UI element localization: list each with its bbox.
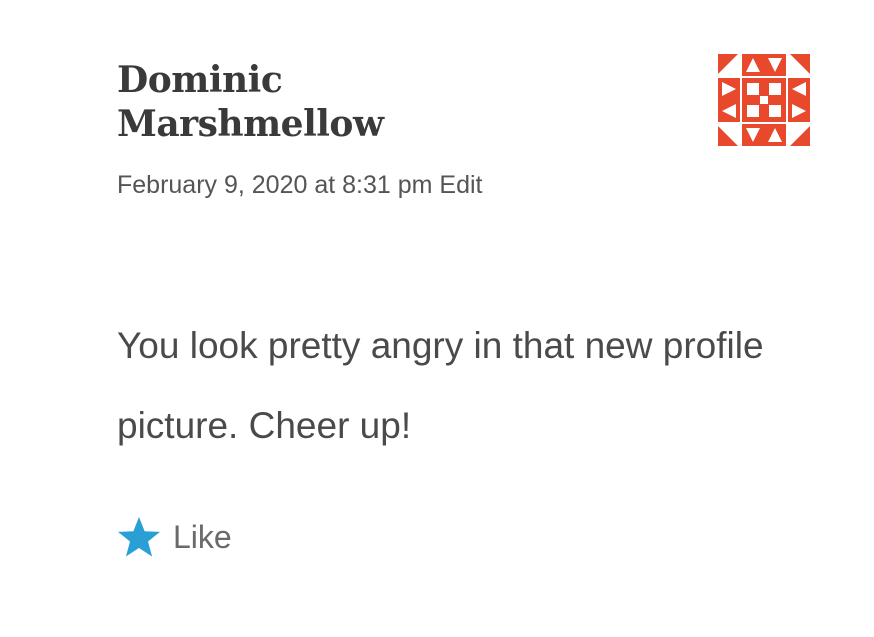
- like-label: Like: [173, 518, 232, 555]
- like-button[interactable]: Like: [117, 516, 232, 558]
- comment-author-name[interactable]: Dominic Marshmellow: [117, 58, 537, 146]
- identicon-avatar-icon[interactable]: [716, 52, 812, 148]
- comment-body: You look pretty angry in that new profil…: [117, 325, 764, 446]
- comment-card: Dominic Marshmellow February 9, 2020 at …: [0, 0, 874, 637]
- star-icon: [118, 517, 160, 557]
- comment-meta: February 9, 2020 at 8:31 pm Edit: [117, 168, 483, 202]
- comment-edit-link[interactable]: Edit: [439, 171, 482, 199]
- comment-timestamp-link[interactable]: February 9, 2020 at 8:31 pm: [117, 171, 432, 199]
